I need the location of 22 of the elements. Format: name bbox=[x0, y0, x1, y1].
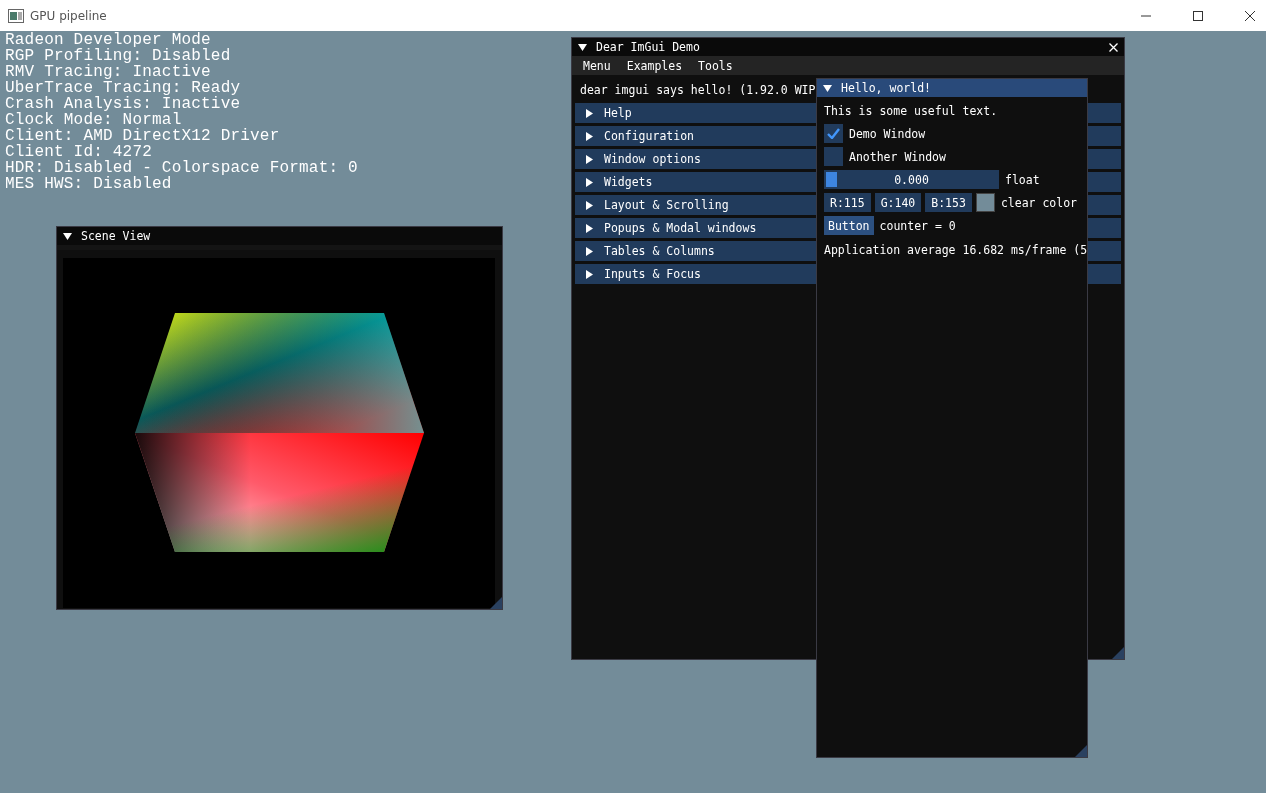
stats-text: Application average 16.682 ms/frame (5 bbox=[824, 242, 1088, 259]
checkbox-label: Another Window bbox=[849, 149, 946, 164]
status-text: MES HWS: Disabled bbox=[5, 176, 172, 192]
body-text: This is some useful text. bbox=[824, 103, 998, 120]
window-title: GPU pipeline bbox=[30, 8, 107, 23]
status-text: RMV Tracing: Inactive bbox=[5, 64, 211, 80]
color-label: clear color bbox=[1000, 195, 1078, 210]
status-text: HDR: Disabled - Colorspace Format: 0 bbox=[5, 160, 358, 176]
status-text: Crash Analysis: Inactive bbox=[5, 96, 242, 112]
slider-label: float bbox=[1005, 172, 1040, 187]
status-text: Client: AMD DirectX12 Driver bbox=[5, 128, 281, 144]
status-text: RGP Profiling: Disabled bbox=[5, 48, 232, 64]
status-text: Client Id: 4272 bbox=[5, 144, 154, 160]
window-title: Scene View bbox=[81, 229, 151, 243]
greeting-text: dear imgui says hello! (1.92.0 WIP bbox=[579, 82, 817, 99]
status-text: UberTrace Tracing: Ready bbox=[5, 80, 242, 96]
window-title: Hello, world! bbox=[841, 81, 931, 95]
window-title: Dear ImGui Demo bbox=[596, 40, 700, 54]
status-text: Clock Mode: Normal bbox=[5, 112, 182, 128]
status-text: Radeon Developer Mode bbox=[5, 32, 211, 48]
counter-text: counter = 0 bbox=[879, 218, 956, 233]
checkbox-label: Demo Window bbox=[849, 126, 926, 141]
